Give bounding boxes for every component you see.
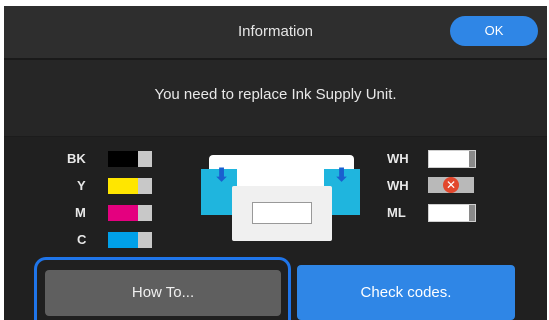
information-dialog: Information OK You need to replace Ink S… <box>4 6 547 320</box>
ink-swatch-bk <box>108 151 138 167</box>
ink-label-m: M <box>75 205 86 220</box>
ink-level-ml <box>469 205 475 221</box>
ink-label-wh-1: WH <box>387 151 409 166</box>
ink-level-c <box>138 232 152 248</box>
ok-button[interactable]: OK <box>450 16 538 46</box>
ink-label-c: C <box>77 232 87 247</box>
ink-label-ml: ML <box>387 205 406 220</box>
header-divider <box>4 58 547 60</box>
arrow-down-icon: ⬇ <box>334 165 350 185</box>
ink-level-m <box>138 205 152 221</box>
arrow-down-icon: ⬇ <box>214 165 230 185</box>
ink-label-y: Y <box>77 178 86 193</box>
ink-level-bk <box>138 151 152 167</box>
ink-label-wh-2: WH <box>387 178 409 193</box>
ink-level-wh-1 <box>469 151 475 167</box>
error-x-icon: ✕ <box>443 177 459 193</box>
dialog-header: Information OK <box>4 6 547 58</box>
ink-label-bk: BK <box>67 151 86 166</box>
ink-swatch-y <box>108 178 138 194</box>
how-to-focus-outline <box>34 257 291 320</box>
ink-swatch-m <box>108 205 138 221</box>
check-codes-button[interactable]: Check codes. <box>297 265 515 320</box>
printer-platen <box>252 202 312 224</box>
ink-level-y <box>138 178 152 194</box>
ink-swatch-c <box>108 232 138 248</box>
dialog-message: You need to replace Ink Supply Unit. <box>154 86 397 103</box>
